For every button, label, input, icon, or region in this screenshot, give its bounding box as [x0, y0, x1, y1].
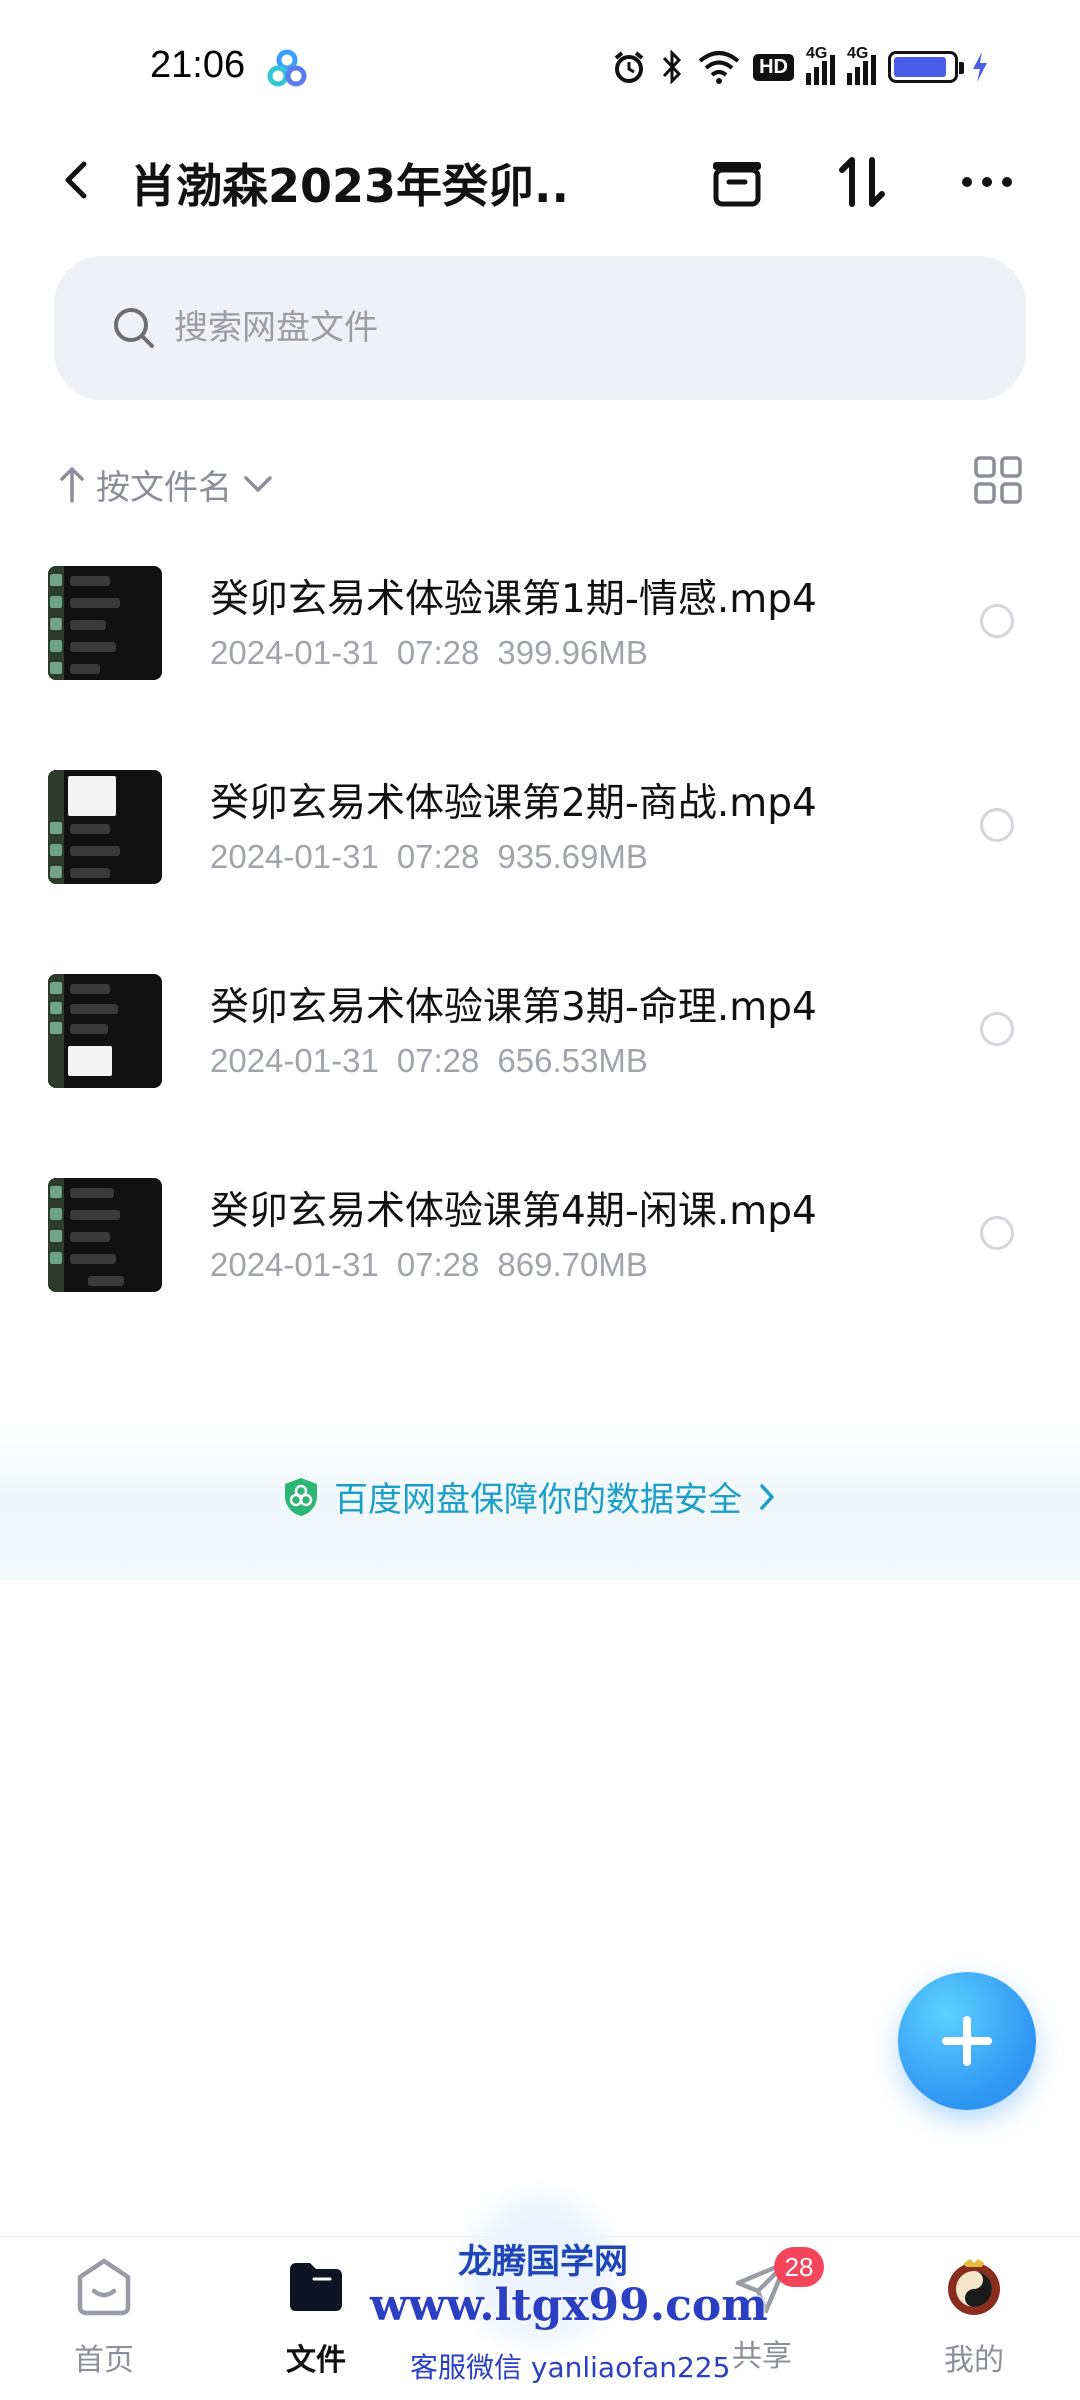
- nav-label: 文件: [286, 2343, 346, 2378]
- share-icon-wrap: 28: [730, 2247, 824, 2319]
- hd-icon: HD: [753, 53, 794, 81]
- file-date: 2024-01-31: [210, 1246, 379, 1283]
- file-size: 656.53MB: [497, 1042, 648, 1079]
- select-checkbox[interactable]: [980, 1012, 1014, 1046]
- battery-icon: [888, 51, 964, 83]
- nav-home[interactable]: 首页: [34, 2255, 174, 2395]
- search-bar[interactable]: [54, 256, 1026, 400]
- security-text: 百度网盘保障你的数据安全: [334, 1480, 742, 1520]
- nav-label: 共享: [732, 2339, 792, 2374]
- file-meta: 2024-01-31 07:28 869.70MB: [210, 1246, 666, 1284]
- video-thumbnail: [48, 770, 162, 884]
- battery-fill: [894, 57, 947, 77]
- sort-arrow-up-icon: [60, 467, 84, 503]
- file-name: 癸卯玄易术体验课第2期-商战.mp4: [210, 781, 817, 826]
- collect-icon[interactable]: [705, 150, 769, 214]
- video-thumbnail: [48, 566, 162, 680]
- back-icon[interactable]: [50, 152, 106, 208]
- bluetooth-icon: [663, 49, 682, 85]
- file-name: 癸卯玄易术体验课第1期-情感.mp4: [210, 577, 817, 622]
- nav-mine[interactable]: 我的: [904, 2255, 1044, 2395]
- file-time: 07:28: [396, 838, 480, 875]
- status-time: 21:06: [150, 44, 246, 86]
- search-input[interactable]: [174, 294, 974, 362]
- add-button[interactable]: [898, 1972, 1036, 2110]
- more-icon[interactable]: [955, 150, 1019, 214]
- file-date: 2024-01-31: [210, 838, 379, 875]
- avatar: [948, 2259, 1000, 2315]
- file-row[interactable]: 癸卯玄易术体验课第2期-商战.mp4 2024-01-31 07:28 935.69…: [0, 752, 1080, 956]
- transfer-icon[interactable]: [830, 150, 894, 214]
- chevron-right-icon: [760, 1483, 774, 1510]
- nav-files[interactable]: 文件: [246, 2255, 386, 2395]
- file-name: 癸卯玄易术体验课第3期-命理.mp4: [210, 985, 817, 1030]
- file-meta: 2024-01-31 07:28 935.69MB: [210, 838, 666, 876]
- file-meta: 2024-01-31 07:28 399.96MB: [210, 634, 666, 672]
- search-icon: [114, 308, 154, 348]
- file-meta: 2024-01-31 07:28 656.53MB: [210, 1042, 666, 1080]
- file-size: 869.70MB: [497, 1246, 648, 1283]
- network-type-1: 4G: [806, 45, 828, 62]
- shield-icon: [285, 1477, 317, 1516]
- nav-share[interactable]: 28 共享: [692, 2247, 832, 2395]
- signal-1-icon: 4G: [806, 45, 835, 85]
- status-indicators: HD 4G 4G: [611, 45, 990, 88]
- home-icon: [77, 2258, 131, 2316]
- share-badge: 28: [774, 2247, 824, 2287]
- alarm-icon: [614, 51, 644, 83]
- file-size: 399.96MB: [497, 634, 648, 671]
- file-date: 2024-01-31: [210, 1042, 379, 1079]
- nav-label: 我的: [944, 2343, 1004, 2378]
- bottom-navigation: 首页 文件 28 共享 我的: [0, 2236, 1080, 2400]
- status-bar: 21:06 HD 4G 4G: [0, 0, 1080, 130]
- sort-label: 按文件名: [96, 467, 232, 508]
- security-link[interactable]: 百度网盘保障你的数据安全: [282, 1472, 778, 1521]
- file-time: 07:28: [396, 1246, 480, 1283]
- nav-label: 首页: [74, 2343, 134, 2378]
- chevron-down-icon: [244, 476, 272, 492]
- file-list: 癸卯玄易术体验课第1期-情感.mp4 2024-01-31 07:28 399.96…: [0, 548, 1080, 1364]
- grid-view-icon[interactable]: [972, 454, 1024, 506]
- file-name: 癸卯玄易术体验课第4期-闲课.mp4: [210, 1189, 817, 1234]
- file-row[interactable]: 癸卯玄易术体验课第1期-情感.mp4 2024-01-31 07:28 399.96…: [0, 548, 1080, 752]
- folder-icon: [290, 2263, 342, 2311]
- wifi-icon: [698, 51, 740, 84]
- select-checkbox[interactable]: [980, 604, 1014, 638]
- file-row[interactable]: 癸卯玄易术体验课第4期-闲课.mp4 2024-01-31 07:28 869.70…: [0, 1160, 1080, 1364]
- charging-icon: [973, 52, 987, 82]
- page-title: 肖渤森2023年癸卯...: [130, 159, 570, 213]
- signal-2-icon: 4G: [847, 45, 876, 85]
- file-row[interactable]: 癸卯玄易术体验课第3期-命理.mp4 2024-01-31 07:28 656.53…: [0, 956, 1080, 1160]
- baidu-netdisk-status-icon: [267, 49, 307, 87]
- app-header: 肖渤森2023年癸卯...: [0, 130, 1080, 230]
- select-checkbox[interactable]: [980, 1216, 1014, 1250]
- file-date: 2024-01-31: [210, 634, 379, 671]
- file-size: 935.69MB: [497, 838, 648, 875]
- select-checkbox[interactable]: [980, 808, 1014, 842]
- video-thumbnail: [48, 1178, 162, 1292]
- video-thumbnail: [48, 974, 162, 1088]
- file-time: 07:28: [396, 1042, 480, 1079]
- security-banner: 百度网盘保障你的数据安全: [0, 1420, 1080, 1580]
- network-type-2: 4G: [847, 45, 869, 62]
- sort-selector[interactable]: 按文件名: [56, 456, 276, 512]
- file-time: 07:28: [396, 634, 480, 671]
